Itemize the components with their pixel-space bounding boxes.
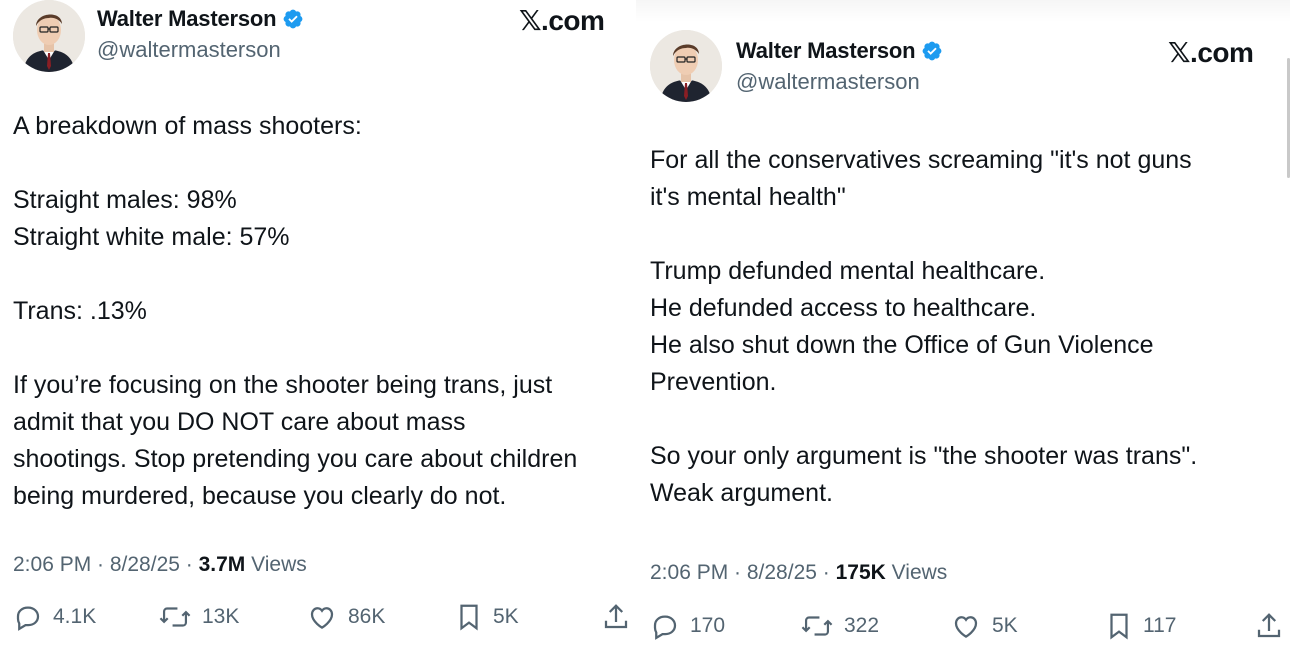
views-count: 175K <box>835 561 886 584</box>
tweet-card-left: Walter Masterson @waltermasterson 𝕏.com … <box>0 0 636 652</box>
site-label: 𝕏.com <box>519 5 605 36</box>
views-label: Views <box>245 553 307 576</box>
bookmark-icon <box>1110 613 1128 640</box>
repost-count: 13K <box>202 605 240 628</box>
like-button[interactable]: 5K <box>950 611 1018 641</box>
repost-count: 322 <box>844 614 880 637</box>
site-label: 𝕏.com <box>1168 37 1254 68</box>
author-display-name[interactable]: Walter Masterson <box>736 38 916 64</box>
reply-button[interactable]: 4.1K <box>13 602 96 632</box>
share-icon <box>1257 613 1281 638</box>
views-label: Views <box>885 561 948 584</box>
share-button[interactable] <box>1254 611 1284 641</box>
avatar-portrait-icon <box>13 0 85 72</box>
bookmark-icon <box>460 604 478 631</box>
tweet-meta: 2:06 PM · 8/28/25 · 175K Views <box>650 561 947 585</box>
like-icon <box>954 616 978 638</box>
bookmark-count: 5K <box>493 605 519 628</box>
tweet-card-right: Walter Masterson @waltermasterson 𝕏.com … <box>636 0 1290 652</box>
author-name-row[interactable]: Walter Masterson <box>736 38 943 64</box>
avatar[interactable] <box>13 0 85 72</box>
reply-count: 170 <box>690 614 726 637</box>
tweet-meta: 2:06 PM · 8/28/25 · 3.7M Views <box>13 553 307 577</box>
like-count: 86K <box>348 605 386 628</box>
share-button[interactable] <box>601 602 631 632</box>
avatar[interactable] <box>650 30 722 102</box>
bookmark-count: 117 <box>1143 614 1177 637</box>
like-icon <box>310 607 334 629</box>
share-icon <box>604 604 628 629</box>
reply-button[interactable]: 170 <box>650 611 725 641</box>
tweet-text: A breakdown of mass shooters: Straight m… <box>13 112 578 510</box>
reply-icon <box>653 615 677 640</box>
author-handle[interactable]: @waltermasterson <box>97 37 281 63</box>
reply-count: 4.1K <box>53 605 97 628</box>
author-name-row[interactable]: Walter Masterson <box>97 6 304 32</box>
repost-icon <box>801 616 833 636</box>
repost-button[interactable]: 13K <box>158 602 239 632</box>
repost-icon <box>159 607 191 627</box>
author-display-name[interactable]: Walter Masterson <box>97 6 277 32</box>
verified-badge-icon <box>283 9 303 29</box>
repost-button[interactable]: 322 <box>800 611 879 641</box>
avatar-portrait-icon <box>650 30 722 102</box>
bookmark-button[interactable]: 117 <box>1105 611 1176 641</box>
tweet-timestamp[interactable]: 2:06 PM · 8/28/25 · <box>650 561 836 584</box>
like-count: 5K <box>992 614 1018 637</box>
views-count: 3.7M <box>198 553 246 576</box>
like-button[interactable]: 86K <box>306 602 385 632</box>
screenshot-canvas: Walter Masterson @waltermasterson 𝕏.com … <box>0 0 1290 652</box>
reply-icon <box>16 606 40 631</box>
tweet-timestamp[interactable]: 2:06 PM · 8/28/25 · <box>13 553 199 576</box>
verified-badge-icon <box>922 41 942 61</box>
author-handle[interactable]: @waltermasterson <box>736 69 920 95</box>
tweet-text: For all the conservatives screaming "it'… <box>650 146 1198 507</box>
bookmark-button[interactable]: 5K <box>455 602 519 632</box>
